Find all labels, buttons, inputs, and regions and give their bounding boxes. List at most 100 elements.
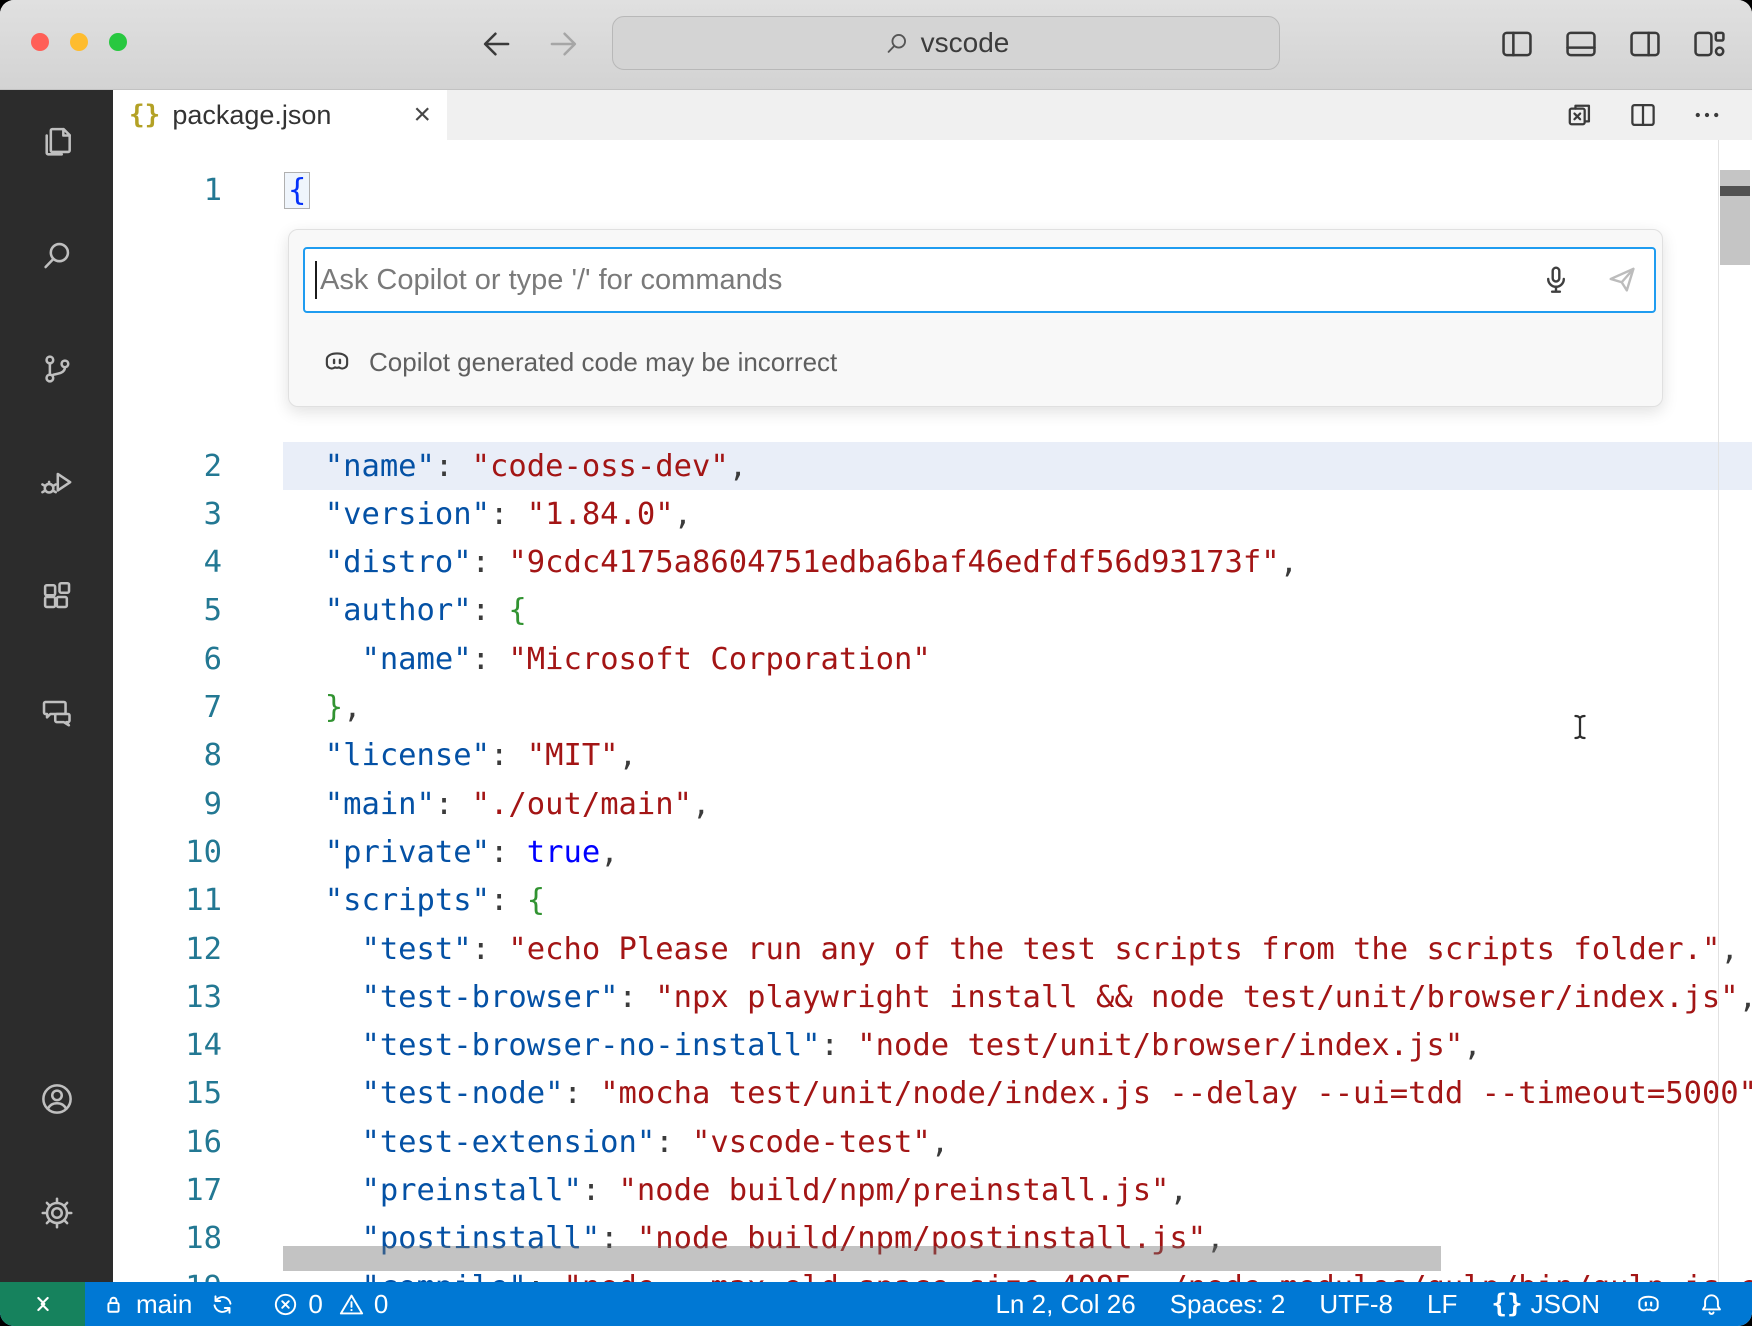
copilot-icon	[321, 346, 353, 378]
code-line-6[interactable]: 6 "name": "Microsoft Corporation"	[113, 635, 1752, 683]
line-content: "test-extension": "vscode-test",	[288, 1125, 949, 1160]
status-indentation-label: Spaces: 2	[1170, 1289, 1286, 1320]
command-center-search[interactable]: vscode	[612, 16, 1280, 70]
status-sync[interactable]	[208, 1290, 237, 1319]
close-button[interactable]	[31, 33, 49, 51]
code-line-1[interactable]: 1{	[113, 166, 1752, 214]
line-number: 7	[113, 690, 222, 725]
code-line-2[interactable]: 2 "name": "code-oss-dev",	[113, 442, 1752, 490]
send-icon[interactable]	[1604, 262, 1640, 298]
line-number: 6	[113, 642, 222, 677]
horizontal-scrollbar[interactable]	[283, 1246, 1441, 1271]
code-line-3[interactable]: 3 "version": "1.84.0",	[113, 490, 1752, 538]
copilot-placeholder: Ask Copilot or type '/' for commands	[320, 264, 1538, 297]
tab-bar: {} package.json ×	[113, 90, 1752, 140]
chat-icon	[38, 692, 76, 730]
split-editor-icon[interactable]	[1626, 98, 1660, 132]
editor[interactable]: 1{2 "name": "code-oss-dev",3 "version": …	[113, 140, 1752, 1282]
code-line-17[interactable]: 17 "preinstall": "node build/npm/preinst…	[113, 1167, 1752, 1215]
toggle-secondary-sidebar-icon[interactable]	[1626, 25, 1664, 63]
back-arrow-icon[interactable]	[478, 25, 516, 63]
disclaimer-text: Copilot generated code may be incorrect	[369, 347, 837, 378]
status-cursor-position-label: Ln 2, Col 26	[995, 1289, 1135, 1320]
vscode-window: vscode {} package.json × 1{ 2 "name": "co…	[0, 0, 1752, 1326]
open-changes-icon[interactable]	[1562, 98, 1596, 132]
line-number: 5	[113, 593, 222, 628]
status-warnings[interactable]: 0	[337, 1289, 388, 1320]
code-line-15[interactable]: 15 "test-node": "mocha test/unit/node/in…	[113, 1070, 1752, 1118]
copilot-inline-chat: Ask Copilot or type '/' for commands Cop…	[288, 229, 1663, 407]
traffic-lights	[31, 33, 127, 51]
line-number: 18	[113, 1221, 222, 1256]
zoom-button[interactable]	[109, 33, 127, 51]
line-content: "name": "code-oss-dev",	[288, 449, 747, 484]
bell-icon	[1697, 1290, 1726, 1319]
error-icon	[271, 1290, 300, 1319]
code-line-12[interactable]: 12 "test": "echo Please run any of the t…	[113, 925, 1752, 973]
line-content: "test-node": "mocha test/unit/node/index…	[288, 1076, 1752, 1111]
code-line-9[interactable]: 9 "main": "./out/main",	[113, 780, 1752, 828]
remote-icon	[27, 1288, 59, 1320]
line-content: },	[288, 690, 361, 725]
close-tab-icon[interactable]: ×	[413, 98, 431, 132]
code-line-5[interactable]: 5 "author": {	[113, 587, 1752, 635]
toggle-panel-icon[interactable]	[1562, 25, 1600, 63]
copilot-disclaimer: Copilot generated code may be incorrect	[321, 346, 837, 378]
code-line-10[interactable]: 10 "private": true,	[113, 828, 1752, 876]
status-copilot-status[interactable]	[1634, 1290, 1663, 1319]
vertical-scrollbar[interactable]	[1720, 170, 1750, 265]
tab-package-json[interactable]: {} package.json ×	[113, 90, 447, 140]
line-number: 3	[113, 497, 222, 532]
activity-item-chat[interactable]	[0, 654, 113, 768]
status-language-mode[interactable]: {}JSON	[1491, 1289, 1600, 1320]
gear-icon	[38, 1194, 76, 1232]
status-encoding[interactable]: UTF-8	[1319, 1289, 1393, 1320]
code-line-8[interactable]: 8 "license": "MIT",	[113, 732, 1752, 780]
code-line-4[interactable]: 4 "distro": "9cdc4175a8604751edba6baf46e…	[113, 539, 1752, 587]
line-number: 1	[113, 173, 222, 208]
toggle-primary-sidebar-icon[interactable]	[1498, 25, 1536, 63]
line-content: "test-browser": "npx playwright install …	[288, 980, 1752, 1015]
status-indentation[interactable]: Spaces: 2	[1170, 1289, 1286, 1320]
line-content: "version": "1.84.0",	[288, 497, 692, 532]
status-errors-label: 0	[308, 1289, 322, 1320]
forward-arrow-icon[interactable]	[544, 25, 582, 63]
code-line-16[interactable]: 16 "test-extension": "vscode-test",	[113, 1118, 1752, 1166]
activity-item-settings[interactable]	[0, 1156, 113, 1270]
status-branch[interactable]: main	[99, 1289, 192, 1320]
line-number: 4	[113, 545, 222, 580]
layout-controls	[1498, 25, 1728, 63]
activity-item-accounts[interactable]	[0, 1042, 113, 1156]
microphone-icon[interactable]	[1538, 262, 1574, 298]
line-content: "test-browser-no-install": "node test/un…	[288, 1028, 1482, 1063]
overview-ruler-cursor-marker	[1720, 186, 1750, 196]
minimize-button[interactable]	[70, 33, 88, 51]
status-remote-indicator[interactable]	[0, 1282, 85, 1326]
code-line-11[interactable]: 11 "scripts": {	[113, 877, 1752, 925]
code-line-14[interactable]: 14 "test-browser-no-install": "node test…	[113, 1022, 1752, 1070]
customize-layout-icon[interactable]	[1690, 25, 1728, 63]
activity-item-source-control[interactable]	[0, 312, 113, 426]
extensions-icon	[38, 578, 76, 616]
copilot-input[interactable]: Ask Copilot or type '/' for commands	[303, 247, 1656, 313]
line-number: 19	[113, 1270, 222, 1282]
activity-item-explorer[interactable]	[0, 84, 113, 198]
line-number: 10	[113, 835, 222, 870]
line-content: "private": true,	[288, 835, 619, 870]
activity-item-extensions[interactable]	[0, 540, 113, 654]
status-errors[interactable]: 0	[271, 1289, 322, 1320]
activity-item-run-and-debug[interactable]	[0, 426, 113, 540]
more-actions-icon[interactable]	[1690, 98, 1724, 132]
copilot-icon	[1634, 1290, 1663, 1319]
line-number: 14	[113, 1028, 222, 1063]
line-content: "author": {	[288, 593, 527, 628]
activity-item-search[interactable]	[0, 198, 113, 312]
code-line-13[interactable]: 13 "test-browser": "npx playwright insta…	[113, 973, 1752, 1021]
status-eol[interactable]: LF	[1427, 1289, 1457, 1320]
status-cursor-position[interactable]: Ln 2, Col 26	[995, 1289, 1135, 1320]
line-number: 11	[113, 883, 222, 918]
status-branch-label: main	[136, 1289, 192, 1320]
status-language-mode-label: JSON	[1531, 1289, 1600, 1320]
status-notifications[interactable]	[1697, 1290, 1726, 1319]
code-line-7[interactable]: 7 },	[113, 684, 1752, 732]
